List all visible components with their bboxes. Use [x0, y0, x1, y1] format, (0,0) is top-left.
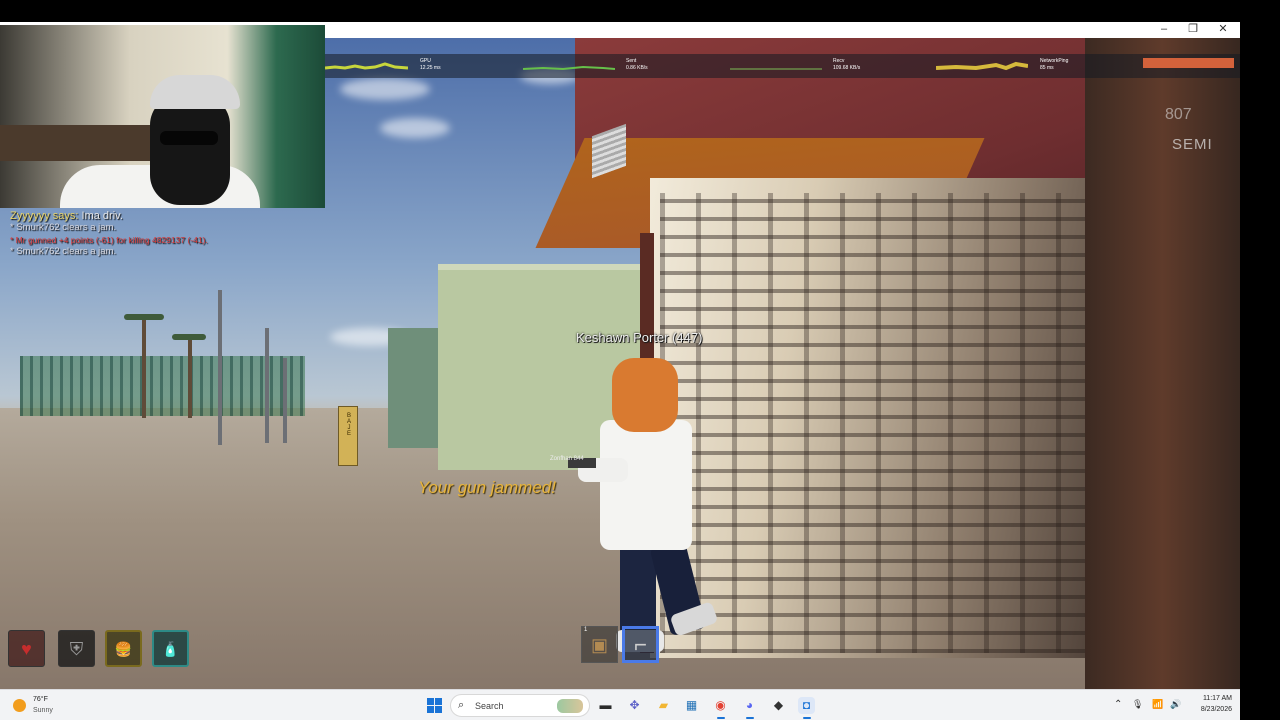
- webcam-overlay: [0, 25, 325, 208]
- player-nametag: Keshawn Porter (447): [576, 330, 703, 345]
- wifi-icon[interactable]: 📶: [1152, 699, 1163, 710]
- screen: – ❐ ✕ BAJE Keshawn Porter (447) Zonfhan …: [0, 0, 1280, 720]
- chat-line: Zyyyyyy says: Ima driv.: [10, 210, 310, 222]
- microphone-icon[interactable]: 🎙: [1132, 699, 1143, 710]
- burger-glyph: 🍔: [114, 640, 133, 657]
- roblox-icon[interactable]: ◘: [798, 697, 815, 719]
- street-lamp: [265, 328, 269, 443]
- stat-ping-label: NetworkPing: [1040, 58, 1069, 64]
- store-icon[interactable]: ▦: [683, 697, 700, 714]
- webcam-person-sunglasses: [160, 131, 218, 145]
- webcam-person-cap: [150, 75, 240, 109]
- search-icon: ⌕: [458, 699, 465, 711]
- shield-icon: ⛨: [58, 630, 95, 667]
- character-torso: [600, 420, 692, 550]
- stat-sent-value: 0.86 KB/s: [626, 65, 648, 71]
- gun-jammed-notification: Your gun jammed!: [418, 478, 556, 497]
- bottle-icon: 🧴: [152, 630, 189, 667]
- fire-mode: SEMI: [1172, 136, 1213, 153]
- windows-logo-tile: [435, 706, 442, 713]
- webcam-shelf: [0, 125, 150, 161]
- palm-frond: [124, 314, 164, 320]
- palm-tree: [142, 318, 146, 418]
- street-lamp: [218, 290, 222, 445]
- stat-recv-value: 109.68 KB/s: [833, 65, 861, 71]
- palm-tree: [188, 338, 192, 418]
- maximize-button[interactable]: ❐: [1179, 22, 1207, 38]
- top-black-strip: [0, 0, 1280, 22]
- tool-slot-1[interactable]: 1 ▣: [581, 626, 618, 663]
- weather-temperature: 76°F: [33, 696, 48, 703]
- palm-frond: [172, 334, 206, 340]
- heart-glyph: ♥: [21, 638, 32, 659]
- chat-line: * Smurk762 clears a jam.: [10, 222, 117, 233]
- ammo-box-icon: ▣: [590, 634, 609, 655]
- windows-logo-tile: [427, 698, 434, 705]
- chat-speaker: Zyyyyyy says:: [10, 210, 79, 222]
- performance-stats-bar: GPU 12.25 ms Sent 0.86 KB/s Recv 109.68 …: [325, 54, 1240, 78]
- taskbar-search-box[interactable]: ⌕ Search: [450, 694, 590, 717]
- slot-number: 1: [584, 627, 588, 633]
- cloud: [380, 118, 450, 138]
- chat-line: * Smurk762 clears a jam.: [10, 246, 117, 257]
- shop-building: [388, 328, 443, 448]
- show-hidden-icons-button[interactable]: ⌃: [1114, 699, 1122, 710]
- health-bar: [1143, 58, 1234, 68]
- stat-recv-label: Recv: [833, 58, 845, 64]
- gpu-graph: [325, 62, 408, 70]
- teams-icon[interactable]: ✥: [626, 697, 643, 714]
- stat-ping-value: 85 ms: [1040, 65, 1054, 71]
- ammo-count: 807: [1165, 106, 1192, 123]
- window-blinds: [660, 193, 1120, 653]
- weather-widget[interactable]: 76°F Sunny: [0, 690, 90, 720]
- roblox-studio-icon[interactable]: ◆: [770, 697, 787, 714]
- chat-message: Ima driv.: [81, 210, 123, 222]
- minimize-button[interactable]: –: [1150, 22, 1178, 38]
- sent-graph: [523, 65, 615, 71]
- stat-sent-label: Sent: [626, 58, 637, 64]
- street-sign-text: BAJE: [346, 413, 352, 437]
- street-sign: BAJE: [338, 406, 358, 466]
- heart-icon: ♥: [8, 630, 45, 667]
- right-black-strip: [1240, 0, 1280, 720]
- ping-graph: [936, 61, 1028, 71]
- recv-graph: [730, 68, 822, 70]
- webcam-person-mask: [150, 95, 230, 205]
- discord-icon[interactable]: ◕: [741, 697, 758, 719]
- character-head: [612, 358, 678, 432]
- bottle-glyph: 🧴: [161, 640, 180, 657]
- weather-condition: Sunny: [33, 707, 53, 714]
- clock-time[interactable]: 11:17 AM: [1192, 695, 1232, 702]
- folder-icon[interactable]: ▰: [655, 697, 672, 714]
- burger-icon: 🍔: [105, 630, 142, 667]
- cloud: [340, 78, 430, 100]
- windows-logo-tile: [435, 698, 442, 705]
- shield-glyph: ⛨: [69, 638, 84, 659]
- sun-icon: [13, 699, 26, 712]
- volume-icon[interactable]: 🔊: [1170, 699, 1181, 710]
- chat-line: * Mr gunned +4 points (-61) for killing …: [10, 235, 208, 245]
- pistol-icon: ⌐: [634, 631, 647, 657]
- tool-slot-2[interactable]: ⌐: [622, 626, 659, 663]
- other-player-tag: Zonfhan 844: [550, 456, 584, 462]
- close-button[interactable]: ✕: [1209, 22, 1237, 38]
- windows-taskbar: 76°F Sunny ⌕ Search ▬ ✥ ▰ ▦ ◉ ◕ ◆ ◘ ⌃ 🎙 …: [0, 689, 1240, 720]
- brick-pillar: [1085, 38, 1240, 689]
- stat-gpu-label: GPU: [420, 58, 431, 64]
- windows-logo-tile: [427, 706, 434, 713]
- fence: [20, 356, 305, 416]
- street-lamp: [283, 358, 287, 443]
- file-explorer-icon[interactable]: ▬: [597, 697, 614, 714]
- clock-date[interactable]: 8/23/2026: [1188, 706, 1232, 713]
- chrome-icon[interactable]: ◉: [712, 697, 729, 719]
- search-highlight-icon: [557, 699, 583, 713]
- start-button[interactable]: [427, 698, 442, 713]
- search-placeholder: Search: [475, 701, 504, 711]
- stat-gpu-value: 12.25 ms: [420, 65, 441, 71]
